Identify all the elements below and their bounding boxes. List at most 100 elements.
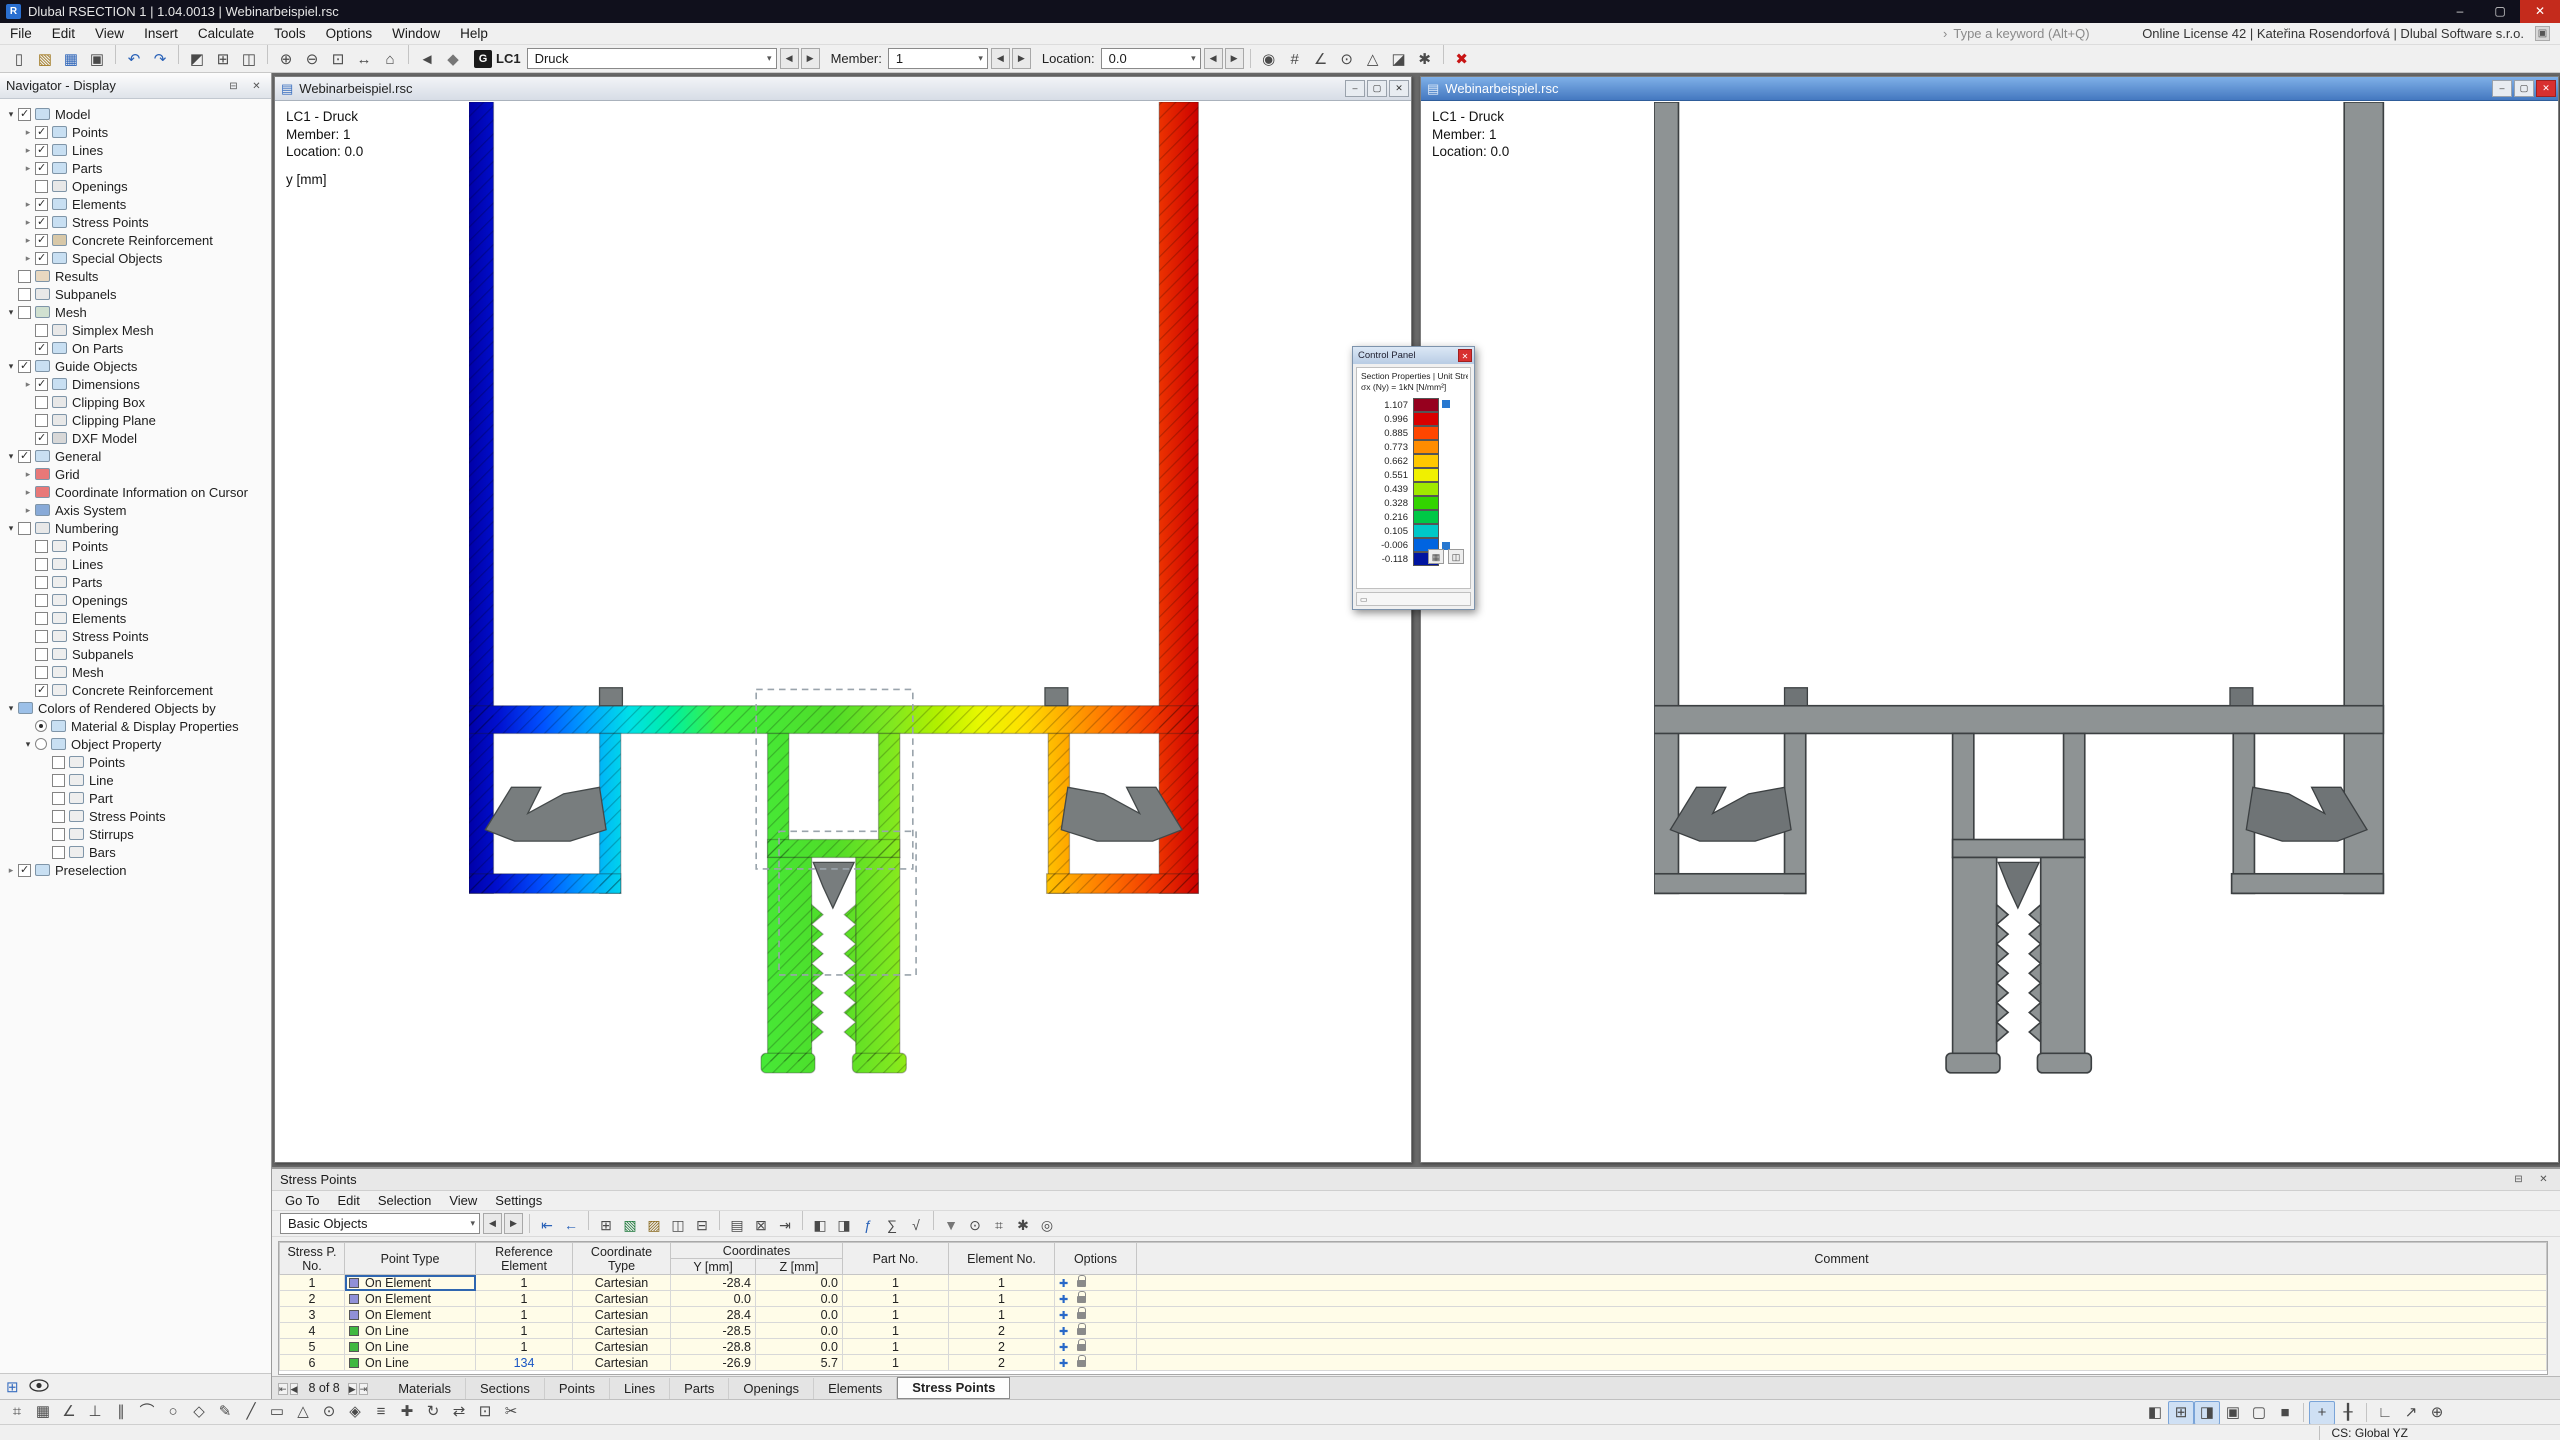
- location-select[interactable]: 0.0 ▾: [1101, 48, 1201, 69]
- cell-options[interactable]: ✚: [1055, 1355, 1137, 1371]
- expander-icon[interactable]: ▸: [21, 235, 35, 246]
- nav-item-object-property[interactable]: ▾Object Property: [0, 735, 271, 753]
- visibility-icon[interactable]: ◉: [1256, 48, 1282, 72]
- cell-options[interactable]: ✚: [1055, 1323, 1137, 1339]
- nav-item-clipping-plane[interactable]: Clipping Plane: [0, 411, 271, 429]
- cell-z[interactable]: 5.7: [756, 1355, 843, 1371]
- location-next-button[interactable]: ▶: [1225, 48, 1244, 69]
- menu-edit[interactable]: Edit: [42, 26, 85, 41]
- checkbox[interactable]: [35, 126, 48, 139]
- color-scale-legend[interactable]: 1.1070.9960.8850.7730.6620.5510.4390.328…: [1361, 398, 1468, 566]
- load-case-prev-button[interactable]: ◀: [780, 48, 799, 69]
- excel-export-icon[interactable]: ▧: [618, 1214, 642, 1236]
- section-stress-rendering[interactable]: [469, 102, 1200, 1081]
- radio-button[interactable]: [35, 738, 47, 750]
- pin-icon[interactable]: ⊟: [225, 78, 242, 94]
- close-icon[interactable]: ✕: [2535, 1172, 2552, 1188]
- center-snap-icon[interactable]: ⊙: [316, 1400, 342, 1424]
- cell-comment[interactable]: [1137, 1291, 2547, 1307]
- section-geometry-rendering[interactable]: [1654, 102, 2385, 1081]
- lock-icon[interactable]: [1077, 1328, 1086, 1335]
- checkbox[interactable]: [35, 396, 48, 409]
- checkbox[interactable]: [35, 666, 48, 679]
- cell-element-no[interactable]: 2: [949, 1323, 1055, 1339]
- layers-icon[interactable]: ≡: [368, 1400, 394, 1424]
- split-view-icon[interactable]: ◨: [832, 1214, 856, 1236]
- checkbox[interactable]: [52, 756, 65, 769]
- checkbox[interactable]: [18, 270, 31, 283]
- nav-item-on-parts[interactable]: On Parts: [0, 339, 271, 357]
- col-header-coordinate-type[interactable]: Coordinate Type: [573, 1243, 671, 1275]
- checkbox[interactable]: [18, 450, 31, 463]
- select-icon[interactable]: ◄: [414, 48, 440, 72]
- col-header-element-no[interactable]: Element No.: [949, 1243, 1055, 1275]
- cell-z[interactable]: 0.0: [756, 1339, 843, 1355]
- restore-icon[interactable]: ▢: [1367, 80, 1387, 97]
- cell-y[interactable]: -28.4: [671, 1275, 756, 1291]
- nav-item-lines[interactable]: Lines: [0, 555, 271, 573]
- checkbox[interactable]: [35, 324, 48, 337]
- legend-max-marker[interactable]: [1442, 400, 1450, 408]
- cell-no[interactable]: 3: [280, 1307, 345, 1323]
- expander-icon[interactable]: ▸: [21, 505, 35, 516]
- expander-icon[interactable]: ▸: [21, 217, 35, 228]
- object-snap-icon[interactable]: ◈: [342, 1400, 368, 1424]
- cell-part-no[interactable]: 1: [843, 1307, 949, 1323]
- checkbox[interactable]: [35, 630, 48, 643]
- expander-icon[interactable]: ▾: [4, 451, 18, 462]
- stress-points-panel-header[interactable]: Stress Points ⊟ ✕: [272, 1169, 2560, 1191]
- prev-record-icon[interactable]: ◀: [290, 1383, 299, 1395]
- expander-icon[interactable]: ▾: [21, 739, 35, 750]
- menu-file[interactable]: File: [0, 26, 42, 41]
- go-prev-icon[interactable]: ←: [559, 1214, 583, 1236]
- checkbox[interactable]: [52, 810, 65, 823]
- zoom-out-icon[interactable]: ⊖: [299, 48, 325, 72]
- expander-icon[interactable]: ▸: [21, 379, 35, 390]
- menu-tools[interactable]: Tools: [264, 26, 316, 41]
- nav-item-mesh[interactable]: ▾Mesh: [0, 303, 271, 321]
- menu-window[interactable]: Window: [382, 26, 450, 41]
- eye-icon[interactable]: [29, 1379, 49, 1395]
- circle-icon[interactable]: ○: [160, 1400, 186, 1424]
- panels-icon[interactable]: ◫: [236, 48, 262, 72]
- viewport-stress-header[interactable]: ▤ Webinarbeispiel.rsc – ▢ ✕: [275, 77, 1411, 101]
- cell-no[interactable]: 1: [280, 1275, 345, 1291]
- move-point-icon[interactable]: ✚: [1059, 1342, 1068, 1354]
- go-first-icon[interactable]: ⇤: [535, 1214, 559, 1236]
- pin-icon[interactable]: ⊟: [2510, 1172, 2527, 1188]
- cell-no[interactable]: 5: [280, 1339, 345, 1355]
- checkbox[interactable]: [35, 558, 48, 571]
- checkbox[interactable]: [35, 342, 48, 355]
- display-options-icon[interactable]: ✱: [1412, 48, 1438, 72]
- move-point-icon[interactable]: ✚: [1059, 1358, 1068, 1370]
- col-header-options[interactable]: Options: [1055, 1243, 1137, 1275]
- account-icon[interactable]: ▣: [2535, 26, 2550, 41]
- nav-item-points[interactable]: Points: [0, 537, 271, 555]
- polygon-icon[interactable]: ◇: [186, 1400, 212, 1424]
- close-icon[interactable]: ✕: [2536, 80, 2556, 97]
- open-file-icon[interactable]: ▧: [32, 48, 58, 72]
- cell-z[interactable]: 0.0: [756, 1323, 843, 1339]
- filter-icon[interactable]: ▼: [939, 1214, 963, 1236]
- cell-comment[interactable]: [1137, 1323, 2547, 1339]
- window-close-button[interactable]: ✕: [2520, 0, 2560, 23]
- nav-item-bars[interactable]: Bars: [0, 843, 271, 861]
- shading-icon[interactable]: ▣: [2220, 1401, 2246, 1425]
- cell-no[interactable]: 2: [280, 1291, 345, 1307]
- tab-materials[interactable]: Materials: [384, 1378, 466, 1399]
- cell-no[interactable]: 4: [280, 1323, 345, 1339]
- view-top-icon[interactable]: ⊞: [2168, 1401, 2194, 1425]
- nav-item-line[interactable]: Line: [0, 771, 271, 789]
- settings-icon[interactable]: ✱: [1011, 1214, 1035, 1236]
- cell-reference-element[interactable]: 1: [476, 1275, 573, 1291]
- cell-element-no[interactable]: 1: [949, 1307, 1055, 1323]
- rotate-icon[interactable]: ↻: [420, 1400, 446, 1424]
- cell-reference-element[interactable]: 134: [476, 1355, 573, 1371]
- move-point-icon[interactable]: ✚: [1059, 1310, 1068, 1322]
- checkbox[interactable]: [35, 648, 48, 661]
- origin-icon[interactable]: ⊕: [2424, 1401, 2450, 1425]
- section-icon[interactable]: ◪: [1386, 48, 1412, 72]
- table-row[interactable]: 2On Element1Cartesian0.00.011✚: [280, 1291, 2547, 1307]
- grid-icon[interactable]: ▦: [30, 1400, 56, 1424]
- guidelines-icon[interactable]: ╂: [2335, 1401, 2361, 1425]
